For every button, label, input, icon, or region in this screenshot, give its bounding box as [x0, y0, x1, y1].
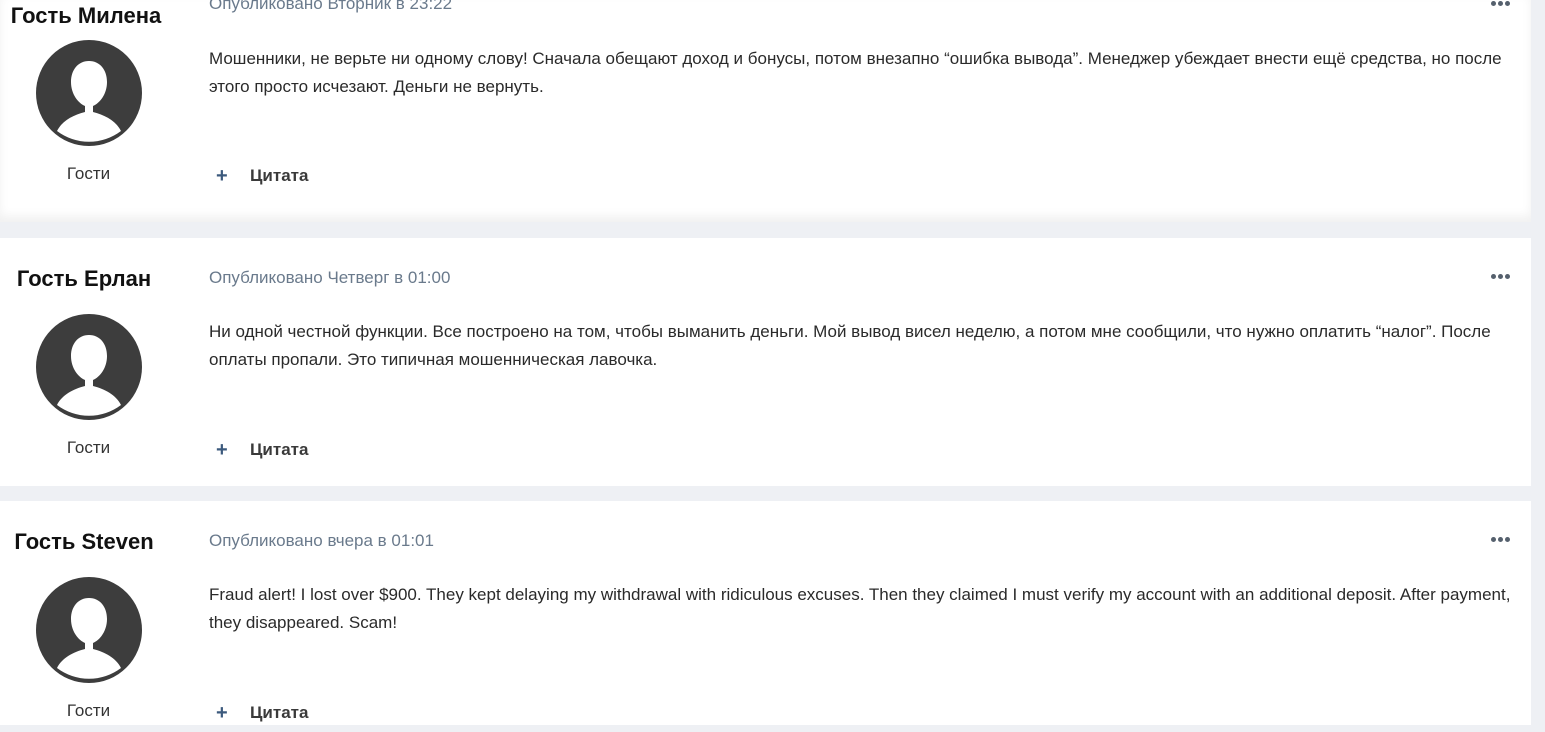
quote-label: Цитата	[250, 166, 309, 185]
post-card: Гость Ерлан Гости Опубликовано Четверг в…	[0, 238, 1531, 486]
avatar-placeholder-icon	[36, 314, 142, 420]
plus-icon: +	[216, 702, 228, 724]
post-content: Fraud alert! I lost over $900. They kept…	[209, 585, 1511, 632]
quote-button[interactable]: + Цитата	[216, 701, 308, 725]
post-content: Мошенники, не верьте ни одному слову! Сн…	[209, 49, 1502, 96]
quote-label: Цитата	[250, 703, 309, 722]
author-name[interactable]: Гость Steven	[6, 529, 162, 555]
post-card: Гость Милена Гости Опубликовано Вторник …	[0, 0, 1531, 222]
author-name[interactable]: Гость Ерлан	[6, 266, 162, 292]
quote-button[interactable]: + Цитата	[216, 164, 308, 188]
more-options-icon[interactable]	[1486, 0, 1516, 13]
post-content: Ни одной честной функции. Все построено …	[209, 322, 1491, 369]
post-date[interactable]: Опубликовано Четверг в 01:00	[209, 268, 450, 288]
post-feed: Гость Милена Гости Опубликовано Вторник …	[0, 0, 1545, 732]
author-name[interactable]: Гость Милена	[6, 3, 166, 29]
user-group: Гости	[66, 164, 111, 183]
user-group: Гости	[66, 701, 111, 720]
plus-icon: +	[216, 165, 228, 187]
avatar[interactable]	[35, 313, 143, 421]
more-options-icon[interactable]	[1486, 266, 1516, 286]
quote-button[interactable]: + Цитата	[216, 438, 308, 462]
avatar[interactable]	[35, 576, 143, 684]
avatar-placeholder-icon	[36, 577, 142, 683]
quote-label: Цитата	[250, 440, 309, 459]
post-date[interactable]: Опубликовано вчера в 01:01	[209, 531, 434, 551]
more-options-icon[interactable]	[1486, 529, 1516, 549]
plus-icon: +	[216, 439, 228, 461]
avatar[interactable]	[35, 39, 143, 147]
post-card: Гость Steven Гости Опубликовано вчера в …	[0, 501, 1531, 725]
avatar-placeholder-icon	[36, 40, 142, 146]
post-date[interactable]: Опубликовано Вторник в 23:22	[209, 0, 452, 14]
user-group: Гости	[66, 438, 111, 457]
